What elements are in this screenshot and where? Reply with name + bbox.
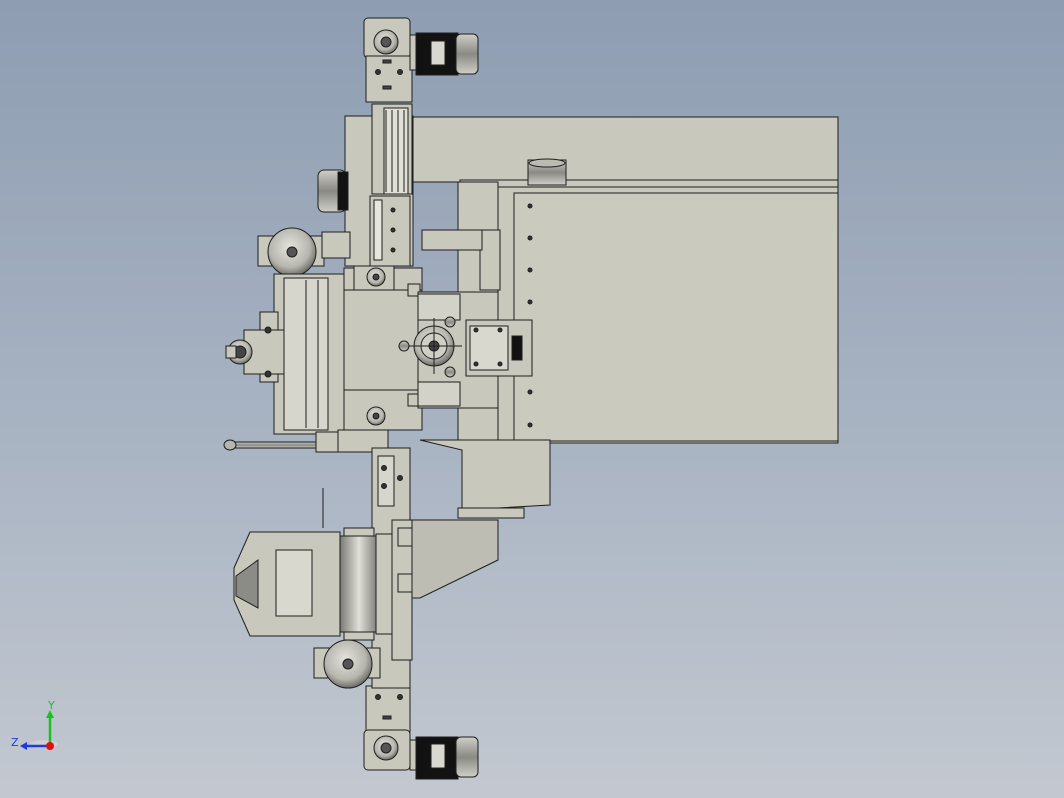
lower-handwheel [313,639,381,689]
cad-viewport[interactable] [0,0,1064,798]
top-drive-unit [363,17,479,103]
upper-handwheel [257,227,351,277]
central-carriage [273,265,423,435]
tool-clamp [225,311,285,383]
coordinate-triad: Y Z [11,699,58,750]
z-axis-arrowhead [20,742,27,750]
roller-cover [233,527,393,641]
bottom-drive-unit [363,685,479,780]
lower-guide [409,439,551,599]
triad-origin [46,742,54,750]
machine-assembly [223,17,839,780]
z-axis-label: Z [11,736,19,749]
y-axis-label: Y [47,699,55,712]
